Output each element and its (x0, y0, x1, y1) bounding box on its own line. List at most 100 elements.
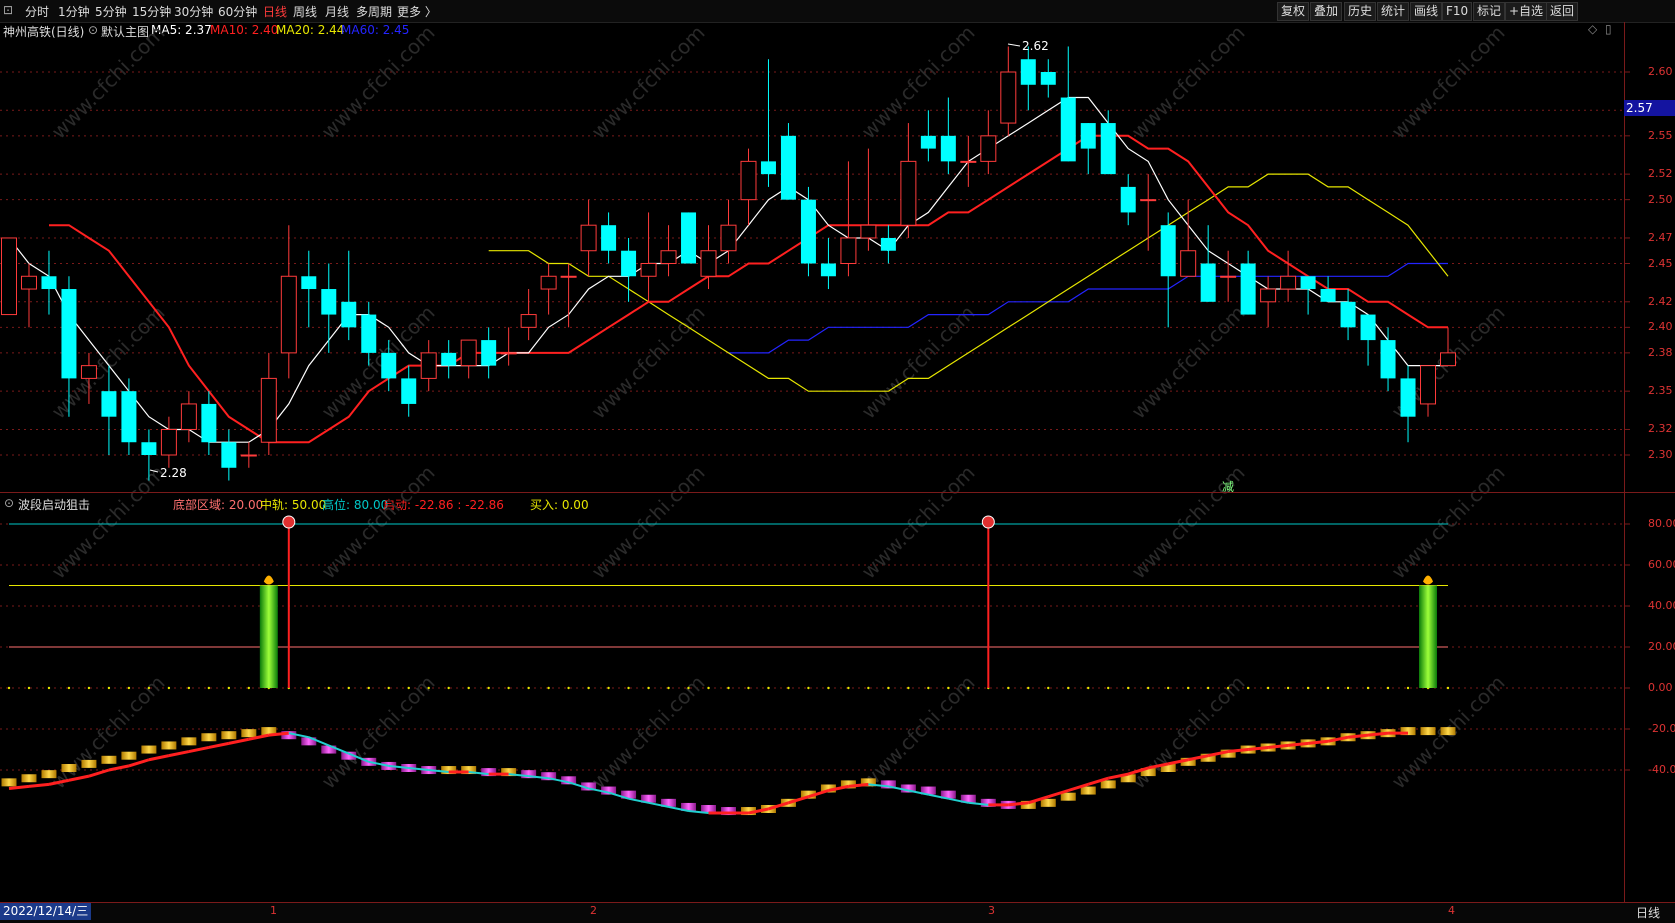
zero-dot (1186, 686, 1190, 690)
candle-body-up (1260, 288, 1277, 303)
kline-chart[interactable]: www.cfchi.com www.cfchi.com www.cfchi.com w… (0, 0, 1675, 922)
zero-dot (387, 686, 390, 690)
candle-body-up (700, 250, 717, 277)
zero-dot (587, 686, 590, 690)
oscillator-line-segment (28, 782, 50, 788)
candle-body-down (1320, 289, 1336, 302)
zero-dot (607, 686, 610, 690)
zero-dot (1326, 686, 1330, 690)
candle-body-up (840, 237, 857, 264)
oscillator-line-segment (268, 731, 289, 737)
zero-dot (547, 686, 550, 690)
zero-dot (427, 686, 430, 690)
start-signal-ball (981, 515, 995, 529)
time-axis-bar (0, 902, 1675, 923)
candle-body-up (1000, 71, 1017, 124)
zero-dot (807, 686, 810, 690)
zero-dot (1206, 686, 1210, 690)
watermark-text: www.cfchi.com (587, 21, 710, 144)
zero-dot (487, 686, 490, 690)
zero-dot (507, 686, 510, 690)
candle-body-down (1400, 378, 1416, 417)
candle-body-up (660, 250, 677, 265)
oscillator-bar-up (1060, 792, 1076, 801)
zero-dot (247, 686, 251, 690)
zero-dot (1266, 686, 1270, 690)
watermark-text: www.cfchi.com (1127, 21, 1250, 144)
watermark-text: www.cfchi.com (857, 21, 980, 144)
zero-dot (307, 686, 310, 690)
oscillator-bar-up (61, 764, 77, 772)
candle-body-down (601, 225, 617, 251)
price-tick-label: 2.47 (1648, 230, 1673, 244)
zero-dot (407, 686, 410, 690)
oscillator-bar-up (41, 770, 57, 779)
high-price-label: 2.62 (1022, 39, 1049, 53)
candle-body-up (420, 352, 437, 379)
candle-body-down (141, 442, 157, 455)
zero-dot (1446, 686, 1450, 690)
candle-body-down (820, 263, 836, 277)
zero-dot (187, 686, 191, 690)
oscillator-bar-up (1, 778, 17, 787)
month-mark: 1 (270, 904, 277, 917)
oscillator-bar-up (181, 737, 197, 746)
candle-body-up (860, 224, 877, 239)
zero-dot (747, 686, 750, 690)
oscillator-bar-up (1040, 798, 1056, 807)
candle-body-down (681, 212, 697, 264)
watermark-text: www.cfchi.com (47, 671, 170, 794)
candle-body-up (1180, 250, 1197, 277)
candle-body-down (1240, 263, 1256, 315)
candle-body-down (201, 403, 217, 443)
oscillator-line-segment (1367, 731, 1389, 737)
sub-tick-label: -40.00 (1648, 763, 1675, 776)
zero-dot (1366, 686, 1370, 690)
zero-dot (327, 686, 330, 690)
candle-body-down (1160, 225, 1176, 277)
candle-body-up (560, 275, 577, 278)
watermark-text: www.cfchi.com (1387, 461, 1510, 584)
candle-body-down (41, 276, 57, 290)
current-price-tag: 2.57 (1624, 100, 1675, 116)
oscillator-bar-up (161, 741, 177, 750)
zero-dot (1406, 686, 1410, 690)
candle-body-up (980, 135, 997, 162)
candle-body-up (460, 339, 477, 367)
zero-dot (1047, 686, 1050, 690)
low-price-label: 2.28 (160, 466, 187, 480)
candle-body-up (1140, 199, 1157, 202)
zero-dot (207, 686, 211, 690)
high-price-pointer (1007, 43, 1021, 47)
candle-body-down (61, 289, 77, 379)
candle-body-up (960, 160, 977, 163)
oscillator-bar-up (121, 751, 137, 760)
zero-dot (707, 686, 710, 690)
candle-body-down (361, 314, 377, 353)
zero-dot (347, 686, 350, 690)
candle-body-down (1360, 314, 1376, 341)
period-label[interactable]: 日线 (1636, 904, 1660, 921)
oscillator-bar-up (1420, 727, 1436, 736)
watermark-text: www.cfchi.com (317, 671, 440, 794)
oscillator-bar-up (141, 745, 157, 754)
buy-signal-bar (259, 585, 278, 688)
zero-dot (47, 686, 51, 690)
price-tick-label: 2.38 (1648, 345, 1673, 359)
zero-dot (1246, 686, 1250, 690)
oscillator-line-segment (128, 758, 150, 768)
candle-body-up (520, 314, 537, 328)
candle-body-down (1020, 59, 1036, 85)
month-mark: 2 (590, 904, 597, 917)
price-tick-label: 2.42 (1648, 294, 1673, 308)
price-tick-label: 2.30 (1648, 448, 1673, 461)
price-axis-border (1624, 22, 1625, 902)
flame-icon (263, 575, 274, 585)
zero-dot (1067, 686, 1070, 690)
candle-body-down (1100, 123, 1116, 175)
oscillator-line-segment (228, 737, 250, 745)
zero-dot (1346, 686, 1350, 690)
candle-body-down (880, 237, 896, 251)
candle-body-down (800, 199, 816, 264)
candle-body-down (1340, 301, 1356, 328)
